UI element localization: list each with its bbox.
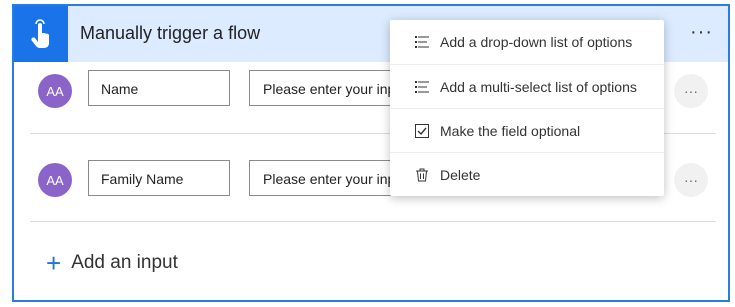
trigger-title: Manually trigger a flow xyxy=(80,23,261,43)
menu-item-label: Add a multi-select list of options xyxy=(440,79,637,95)
menu-item-multiselect-list[interactable]: Add a multi-select list of options xyxy=(390,65,664,109)
avatar: AA xyxy=(38,74,72,108)
menu-item-delete[interactable]: Delete xyxy=(390,153,664,197)
divider xyxy=(30,221,716,222)
context-menu: Add a drop-down list of options Add a mu… xyxy=(390,20,664,196)
avatar: AA xyxy=(38,163,72,197)
input-name-field[interactable]: Name xyxy=(88,70,230,106)
add-input-button[interactable]: + Add an input xyxy=(46,250,178,276)
input-name-field[interactable]: Family Name xyxy=(88,160,230,196)
trash-icon xyxy=(414,167,430,183)
menu-item-make-optional[interactable]: Make the field optional xyxy=(390,109,664,153)
menu-item-label: Delete xyxy=(440,167,481,183)
menu-item-label: Make the field optional xyxy=(440,123,581,139)
menu-item-dropdown-list[interactable]: Add a drop-down list of options xyxy=(390,20,664,64)
header-more-button[interactable]: ··· xyxy=(690,21,713,44)
manual-trigger-icon xyxy=(14,6,68,62)
row-more-button[interactable]: ··· xyxy=(674,74,708,108)
list-icon xyxy=(414,79,430,95)
list-icon xyxy=(414,34,430,50)
add-input-label: Add an input xyxy=(71,252,178,273)
checkbox-icon xyxy=(414,123,430,139)
row-more-button[interactable]: ··· xyxy=(674,163,708,197)
plus-icon: + xyxy=(46,248,62,278)
menu-item-label: Add a drop-down list of options xyxy=(440,34,633,50)
